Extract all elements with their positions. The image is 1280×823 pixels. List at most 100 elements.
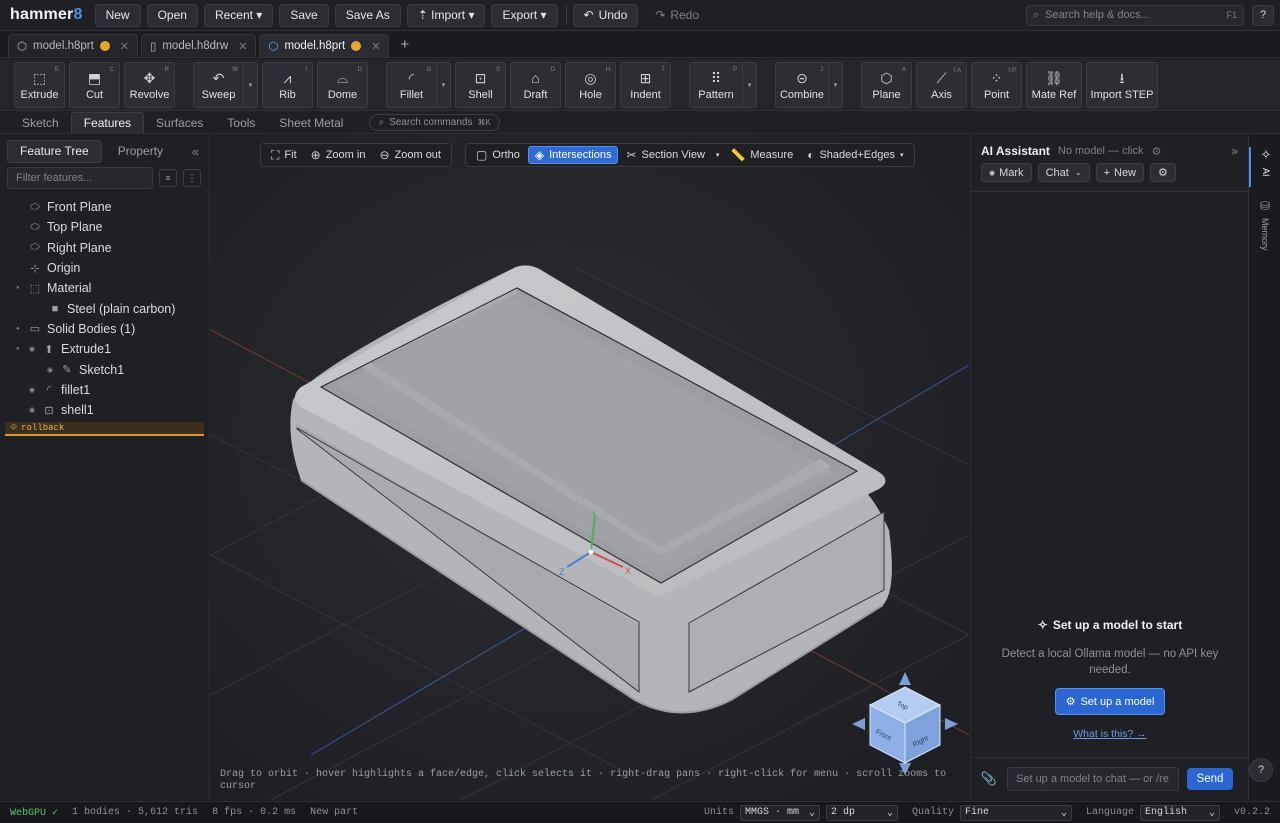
fillet-button[interactable]: ◜ Fillet G [386,61,437,108]
help-button[interactable]: ? [1252,4,1274,26]
help-search-input[interactable]: ⌕ Search help & docs... F1 [1026,4,1244,26]
expand-caret-icon[interactable]: ● [16,285,20,291]
tab-features[interactable]: Features [70,112,145,133]
rollback-bar[interactable]: ⟐ rollback [5,422,204,437]
tree-item-solid-bodies-1[interactable]: ● ▭ Solid Bodies (1) [0,319,209,339]
rail-memory-tab[interactable]: ⛁ Memory [1249,199,1280,259]
import-menu-button[interactable]: ⇡ Import ▾ [406,3,486,27]
intersections-toggle[interactable]: ◈ Intersections [527,146,619,164]
quality-select[interactable]: Fine ⌄ [959,804,1072,821]
tab-model-part-1[interactable]: ⬡ model.h8prt ✕ [8,34,138,57]
save-as-button[interactable]: Save As [334,3,401,27]
model-canvas[interactable]: Y X Z Top Front Right [211,135,969,800]
extrude-button[interactable]: ⬚ Extrude E [14,61,65,108]
undo-button[interactable]: ↶ Undo [572,3,639,27]
close-icon[interactable]: ✕ [371,40,380,53]
tree-item-steel-plain-carbon[interactable]: ■ Steel (plain carbon) [0,298,209,318]
new-chat-button[interactable]: + New [1095,163,1145,182]
add-tab-button[interactable]: + [392,36,417,53]
tree-item-extrude1[interactable]: ● ◉ ⬆ Extrude1 [0,339,209,359]
ortho-toggle[interactable]: ▢ Ortho [470,146,526,164]
chat-mode-select[interactable]: Chat ⌄ [1037,163,1090,182]
section-view-button[interactable]: ✂ Section View [620,146,710,164]
precision-select[interactable]: 2 dp ⌄ [825,804,898,821]
tree-item-front-plane[interactable]: ⬭ Front Plane [0,197,209,217]
visibility-icon[interactable]: ◉ [27,406,37,414]
shading-mode-select[interactable]: ◐ Shaded+Edges ▾ [801,146,909,164]
tree-item-sketch1[interactable]: ◉ ✎ Sketch1 [0,359,209,379]
tab-model-part-2[interactable]: ⬡ model.h8prt ✕ [259,34,390,57]
redo-button[interactable]: ↷ Redo [644,4,710,27]
help-bubble-button[interactable]: ? [1249,758,1273,782]
point-button[interactable]: ⁘ Point ⇧P [971,61,1022,108]
export-menu-button[interactable]: Export ▾ [491,3,558,27]
tab-sheet-metal[interactable]: Sheet Metal [267,112,355,133]
tab-model-drawing[interactable]: ▯ model.h8drw ✕ [141,34,257,57]
new-button[interactable]: New [94,3,141,27]
send-button[interactable]: Send [1187,768,1233,790]
visibility-icon[interactable]: ◉ [27,386,37,394]
tab-property[interactable]: Property [106,140,175,163]
import-step-button[interactable]: ⭳ Import STEP [1086,61,1158,108]
tree-item-material[interactable]: ● ⬚ Material [0,278,209,298]
list-view-icon[interactable]: ≡ [159,169,177,187]
tab-tools[interactable]: Tools [215,112,267,133]
gear-icon[interactable]: ⚙ [1151,145,1161,158]
hole-button[interactable]: ◎ Hole H [565,61,616,108]
cut-button[interactable]: ⬒ Cut C [69,61,120,108]
open-button[interactable]: Open [146,3,198,27]
collapse-panel-icon[interactable]: » [1231,144,1238,158]
chat-input[interactable]: Set up a model to chat — or /re [1007,767,1179,791]
draft-button[interactable]: ⌂ Draft D [510,61,561,108]
close-icon[interactable]: ✕ [238,40,247,53]
pattern-button[interactable]: ⠿ Pattern P [689,61,743,108]
combine-button[interactable]: ⊝ Combine J [775,61,829,108]
tree-item-shell1[interactable]: ◉ ⊡ shell1 [0,400,209,420]
ai-model-status[interactable]: No model — click [1058,145,1144,157]
filter-features-input[interactable]: Filter features... [7,167,153,189]
sweep-dropdown[interactable]: ▾ [244,61,258,108]
fillet-dropdown[interactable]: ▾ [437,61,451,108]
tree-item-origin[interactable]: ⊹ Origin [0,258,209,278]
tab-sketch[interactable]: Sketch [10,112,71,133]
recent-menu-button[interactable]: Recent ▾ [203,3,274,27]
combine-dropdown[interactable]: ▾ [829,61,843,108]
shell-button[interactable]: ⊡ Shell S [455,61,506,108]
indent-button[interactable]: ⊞ Indent T [620,61,671,108]
ai-settings-button[interactable]: ⚙ [1150,163,1176,182]
3d-viewport[interactable]: Y X Z Top Front Right ⛶ Fit ⊕ Zoom in ⊖ Zoo… [211,135,969,800]
tree-item-top-plane[interactable]: ⬭ Top Plane [0,217,209,237]
dome-button[interactable]: ⌓ Dome D [317,61,368,108]
what-is-this-link[interactable]: What is this? → [971,728,1249,740]
collapse-panel-icon[interactable]: « [192,144,199,159]
tree-item-fillet1[interactable]: ◉ ◜ fillet1 [0,380,209,400]
set-up-model-button[interactable]: ⚙ Set up a model [1055,688,1165,715]
expand-caret-icon[interactable]: ● [16,326,20,332]
sweep-button[interactable]: ↶ Sweep W [193,61,244,108]
tab-feature-tree[interactable]: Feature Tree [7,139,102,163]
mark-button[interactable]: ◉ Mark [981,163,1032,182]
attach-icon[interactable]: 📎 [979,771,999,787]
save-button[interactable]: Save [279,3,329,27]
fit-button[interactable]: ⛶ Fit [265,146,303,164]
section-view-dropdown[interactable]: ▾ [713,146,723,164]
expand-caret-icon[interactable]: ● [16,346,20,352]
revolve-button[interactable]: ✥ Revolve R [124,61,175,108]
rib-button[interactable]: ⩘ Rib I [262,61,313,108]
tree-item-right-plane[interactable]: ⬭ Right Plane [0,238,209,258]
units-select[interactable]: MMGS · mm ⌄ [739,804,820,821]
language-select[interactable]: English ⌄ [1139,804,1220,821]
zoom-in-button[interactable]: ⊕ Zoom in [305,146,372,164]
plane-button[interactable]: ⬡ Plane A [861,61,912,108]
close-icon[interactable]: ✕ [120,40,129,53]
rail-ai-tab[interactable]: ✧ AI [1249,147,1280,187]
visibility-icon[interactable]: ◉ [27,345,37,353]
mate-ref-button[interactable]: ⛓ Mate Ref [1026,61,1082,108]
measure-button[interactable]: 📏 Measure [724,146,799,164]
zoom-out-button[interactable]: ⊖ Zoom out [373,146,447,164]
more-options-icon[interactable]: ⋮ [183,169,201,187]
visibility-icon[interactable]: ◉ [45,366,55,374]
axis-button[interactable]: ⟋ Axis ⇧A [916,61,967,108]
command-search-input[interactable]: ⌕ Search commands ⌘K [369,114,500,131]
tab-surfaces[interactable]: Surfaces [144,112,215,133]
